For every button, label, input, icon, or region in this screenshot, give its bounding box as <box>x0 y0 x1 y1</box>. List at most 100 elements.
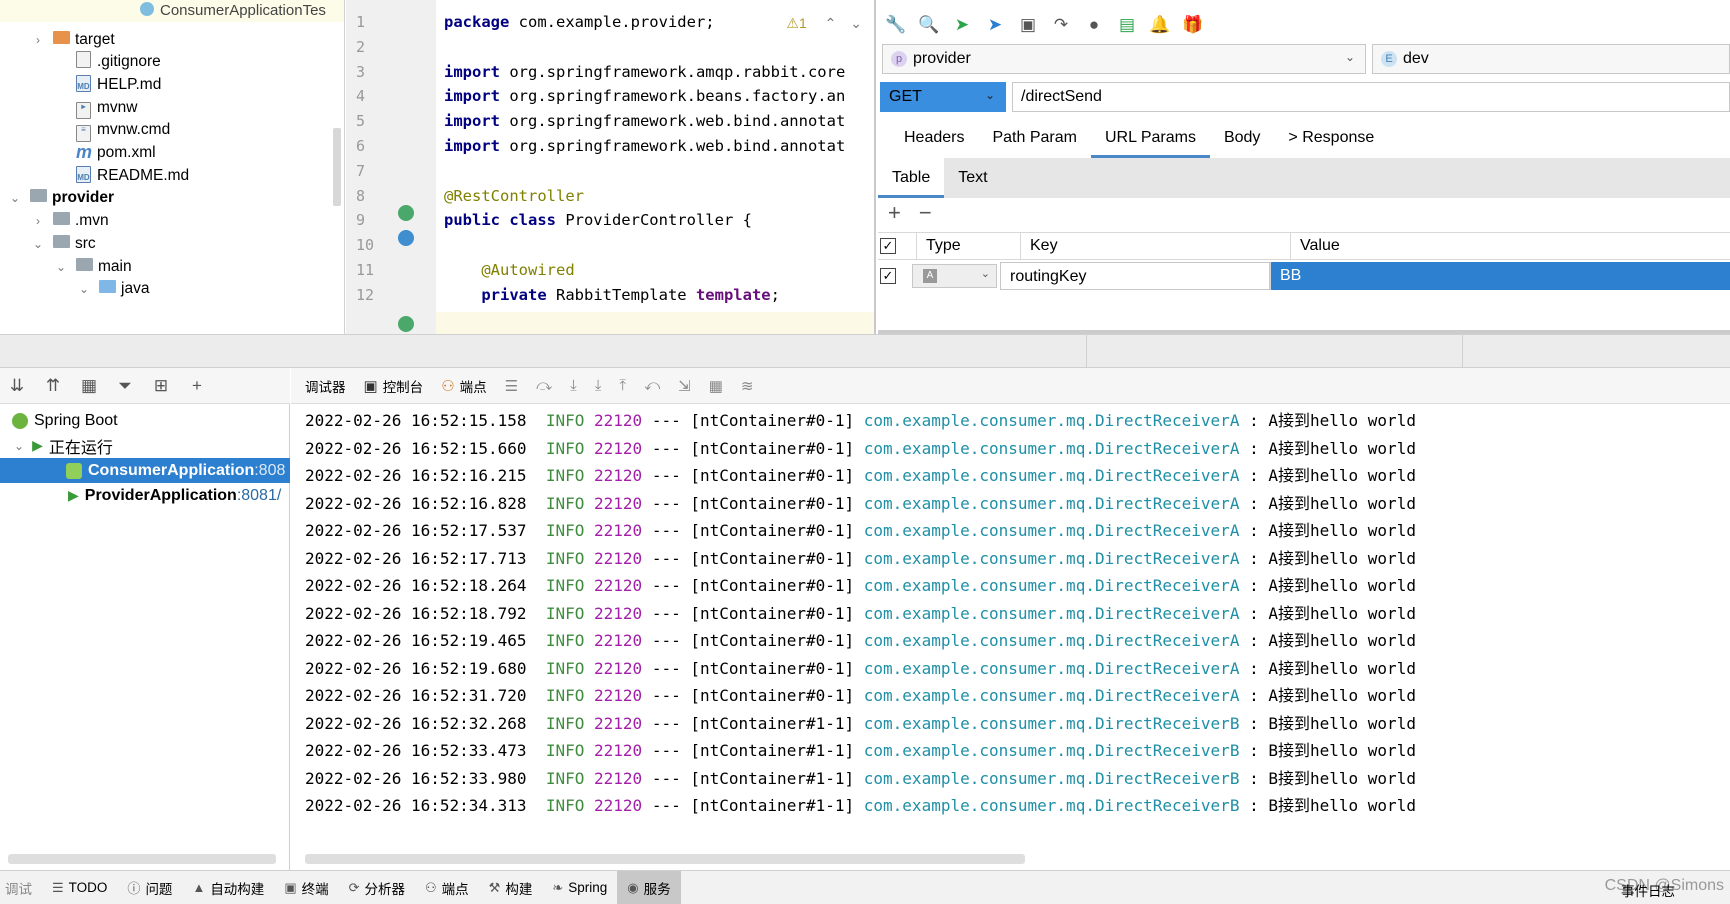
chevron-down-icon[interactable]: ⌄ <box>31 237 45 251</box>
code-line[interactable]: import org.springframework.beans.factory… <box>444 87 845 105</box>
tool-window-list[interactable]: ☰ TODO <box>42 871 117 904</box>
tree-item[interactable]: MD HELP.md <box>0 72 344 97</box>
url-input[interactable]: /directSend <box>1012 82 1730 112</box>
tab-body[interactable]: Body <box>1210 118 1274 158</box>
add-row-icon[interactable]: + <box>888 200 901 226</box>
type-select[interactable]: A ⌄ <box>912 264 997 288</box>
spring-bean-gutter-icon[interactable] <box>398 230 414 246</box>
tree-item[interactable]: ⌄ java <box>0 277 344 302</box>
tree-item[interactable]: ⌄ src <box>0 231 344 256</box>
tool-window-warning[interactable]: ▲ 自动构建 <box>182 871 274 904</box>
tab-response[interactable]: > Response <box>1274 118 1388 158</box>
curl-icon[interactable]: ● <box>1084 15 1104 35</box>
chevron-up-icon[interactable]: ⌃ <box>825 15 837 31</box>
add-service-icon[interactable]: + <box>186 375 208 397</box>
doc-icon[interactable]: ▤ <box>1117 15 1137 35</box>
autowired-gutter-icon[interactable] <box>398 316 414 332</box>
redo-icon[interactable]: ↷ <box>1051 15 1071 35</box>
gift-icon[interactable]: 🎁 <box>1182 15 1203 35</box>
collapse-all-icon[interactable]: ⇈ <box>42 375 64 397</box>
tool-window-services[interactable]: ◉ 服务 <box>617 870 681 904</box>
chevron-down-icon[interactable]: ⌄ <box>850 15 862 31</box>
code-editor[interactable]: 1 package com.example.provider; 2 3 import o… <box>346 0 876 334</box>
spring-bean-gutter-icon[interactable] <box>398 205 414 221</box>
tab-console[interactable]: ▣ 控制台 <box>364 376 424 396</box>
tree-item[interactable]: › .mvn <box>0 209 344 234</box>
tab-url-params[interactable]: URL Params <box>1090 118 1210 158</box>
search-icon[interactable]: 🔍 <box>918 15 939 35</box>
evaluate-icon[interactable]: ▦ <box>709 377 723 395</box>
tree-item[interactable]: ⌄ provider <box>0 186 344 211</box>
project-scrollbar[interactable] <box>333 128 341 206</box>
tool-window-profiler[interactable]: ⟳ 分析器 <box>339 871 415 904</box>
send-icon[interactable]: ➤ <box>952 15 972 35</box>
param-key-cell[interactable]: routingKey <box>1000 262 1270 290</box>
code-line[interactable]: public class ProviderController { <box>444 211 752 229</box>
console-output[interactable]: 2022-02-26 16:52:15.158 INFO 22120 --- [… <box>291 404 1730 870</box>
code-line[interactable]: private RabbitTemplate template; <box>444 286 780 304</box>
chevron-right-icon[interactable]: › <box>31 214 45 228</box>
row-checkbox[interactable]: ✓ <box>880 268 896 284</box>
tree-item[interactable]: MD README.md <box>0 163 344 188</box>
tab-headers[interactable]: Headers <box>890 118 978 158</box>
tool-window-debug[interactable]: 调试 <box>0 871 42 904</box>
event-log-button[interactable]: 事件日志 <box>1621 880 1675 900</box>
service-provider-application[interactable]: ▶ ProviderApplication :8081/ <box>0 483 290 508</box>
filter-icon[interactable]: ⏷ <box>114 375 136 397</box>
app-port-link[interactable]: :8081/ <box>237 487 281 505</box>
inspection-warning-indicator[interactable]: ⚠1 ⌃ ⌄ <box>786 15 862 32</box>
service-group-running[interactable]: ⌄ ▶ 正在运行 <box>0 433 290 458</box>
wrench-icon[interactable]: 🔧 <box>885 15 906 35</box>
drop-frame-icon[interactable]: ⤺ <box>644 377 660 394</box>
send-all-icon[interactable]: ➤ <box>985 15 1005 35</box>
step-into-icon[interactable]: ⤓ <box>570 377 577 394</box>
project-select[interactable]: p provider ⌄ <box>882 44 1366 74</box>
chevron-right-icon[interactable]: › <box>31 33 45 47</box>
method-select[interactable]: GET ⌄ <box>880 82 1006 112</box>
app-port-link[interactable]: :808 <box>254 462 285 480</box>
notification-icon[interactable]: 🔔 <box>1149 15 1170 35</box>
tool-window-hammer[interactable]: ⚒ 构建 <box>479 871 543 904</box>
expand-all-icon[interactable]: ⇊ <box>6 375 28 397</box>
run-to-cursor-icon[interactable]: ⇲ <box>678 377 691 395</box>
step-over-icon[interactable]: ⤼ <box>536 377 552 394</box>
tool-window-info[interactable]: ⓘ 问题 <box>117 871 182 904</box>
console-horizontal-scrollbar[interactable] <box>305 854 1025 864</box>
chevron-down-icon[interactable]: ⌄ <box>77 282 91 296</box>
save-icon[interactable]: ▣ <box>1018 15 1038 35</box>
group-by-icon[interactable]: ▦ <box>78 375 100 397</box>
tab-path-param[interactable]: Path Param <box>978 118 1090 158</box>
code-line[interactable]: import org.springframework.amqp.rabbit.c… <box>444 63 845 81</box>
service-consumer-application[interactable]: ConsumerApplication :808 <box>0 458 290 483</box>
trace-icon[interactable]: ≋ <box>741 377 754 395</box>
new-tab-icon[interactable]: ⊞ <box>150 375 172 397</box>
tab-debugger[interactable]: 调试器 <box>305 376 346 396</box>
tab-text[interactable]: Text <box>944 158 1001 198</box>
force-step-into-icon[interactable]: ⤓ <box>595 377 602 394</box>
service-group-spring-boot[interactable]: Spring Boot <box>0 408 290 433</box>
open-file-tab[interactable]: ConsumerApplicationTes <box>160 2 326 19</box>
chevron-down-icon[interactable]: ⌄ <box>8 191 22 205</box>
services-horizontal-scrollbar[interactable] <box>8 854 276 864</box>
param-value-cell[interactable]: BB <box>1270 262 1730 290</box>
env-select[interactable]: E dev <box>1372 44 1730 74</box>
code-line[interactable]: @Autowired <box>444 261 574 279</box>
tool-window-endpoints[interactable]: ⚇ 端点 <box>415 871 479 904</box>
code-line[interactable]: package com.example.provider; <box>444 13 715 31</box>
menu-icon[interactable]: ☰ <box>505 377 518 395</box>
code-line[interactable]: import org.springframework.web.bind.anno… <box>444 112 845 130</box>
step-out-icon[interactable]: ⤒ <box>619 377 626 394</box>
panel-splitter[interactable] <box>0 334 1730 369</box>
tree-item[interactable]: › target <box>0 27 344 52</box>
tree-item[interactable]: ⌄ main <box>0 254 344 279</box>
remove-row-icon[interactable]: − <box>919 200 932 226</box>
select-all-checkbox[interactable]: ✓ <box>880 238 896 254</box>
tool-window-terminal[interactable]: ▣ 终端 <box>274 871 338 904</box>
code-line[interactable]: import org.springframework.web.bind.anno… <box>444 137 845 155</box>
chevron-down-icon[interactable]: ⌄ <box>54 260 68 274</box>
tab-table[interactable]: Table <box>878 158 945 198</box>
tree-item[interactable]: ▸ mvnw <box>0 95 344 120</box>
tree-item[interactable]: m pom.xml <box>0 141 344 166</box>
code-line[interactable]: @RestController <box>444 187 584 205</box>
tab-endpoints[interactable]: ⚇ 端点 <box>441 376 486 396</box>
